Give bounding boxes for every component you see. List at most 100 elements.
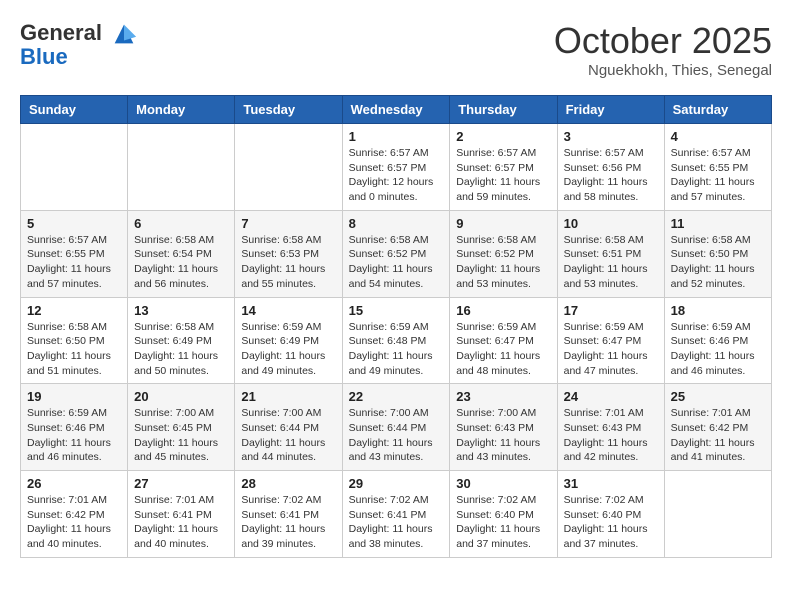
calendar-cell: 4Sunrise: 6:57 AM Sunset: 6:55 PM Daylig…	[664, 124, 771, 211]
day-number: 20	[134, 389, 228, 404]
logo-general: General	[20, 20, 102, 45]
day-info: Sunrise: 7:02 AM Sunset: 6:41 PM Dayligh…	[241, 493, 335, 552]
day-number: 15	[349, 303, 444, 318]
day-info: Sunrise: 6:58 AM Sunset: 6:52 PM Dayligh…	[349, 233, 444, 292]
day-number: 12	[27, 303, 121, 318]
day-info: Sunrise: 6:57 AM Sunset: 6:56 PM Dayligh…	[564, 146, 658, 205]
calendar-cell: 5 Sunrise: 6:57 AM Sunset: 6:55 PM Daylig…	[21, 210, 128, 297]
day-info: Sunrise: 6:58 AM Sunset: 6:53 PM Dayligh…	[241, 233, 335, 292]
weekday-header: Tuesday	[235, 96, 342, 124]
calendar-cell: 3 Sunrise: 6:57 AM Sunset: 6:56 PM Daylig…	[557, 124, 664, 211]
day-info: Sunrise: 6:59 AM Sunset: 6:47 PM Dayligh…	[564, 320, 658, 379]
day-number: 14	[241, 303, 335, 318]
calendar-header: SundayMondayTuesdayWednesdayThursdayFrid…	[21, 96, 772, 124]
day-info: Sunrise: 6:58 AM Sunset: 6:54 PM Dayligh…	[134, 233, 228, 292]
day-number: 6	[134, 216, 228, 231]
calendar-cell: 29 Sunrise: 7:02 AM Sunset: 6:41 PM Dayli…	[342, 471, 450, 558]
day-info: Sunrise: 7:01 AM Sunset: 6:42 PM Dayligh…	[671, 406, 765, 465]
calendar-cell: 25 Sunrise: 7:01 AM Sunset: 6:42 PM Dayli…	[664, 384, 771, 471]
calendar-cell: 10 Sunrise: 6:58 AM Sunset: 6:51 PM Dayli…	[557, 210, 664, 297]
calendar-week-row: 19 Sunrise: 6:59 AM Sunset: 6:46 PM Dayli…	[21, 384, 772, 471]
day-info: Sunrise: 7:01 AM Sunset: 6:43 PM Dayligh…	[564, 406, 658, 465]
day-info: Sunrise: 6:59 AM Sunset: 6:49 PM Dayligh…	[241, 320, 335, 379]
day-info: Sunrise: 6:59 AM Sunset: 6:48 PM Dayligh…	[349, 320, 444, 379]
calendar-cell: 24 Sunrise: 7:01 AM Sunset: 6:43 PM Dayli…	[557, 384, 664, 471]
weekday-header: Thursday	[450, 96, 557, 124]
day-number: 24	[564, 389, 658, 404]
day-number: 7	[241, 216, 335, 231]
day-number: 21	[241, 389, 335, 404]
calendar-cell: 7 Sunrise: 6:58 AM Sunset: 6:53 PM Daylig…	[235, 210, 342, 297]
day-number: 18	[671, 303, 765, 318]
day-info: Sunrise: 7:02 AM Sunset: 6:40 PM Dayligh…	[456, 493, 550, 552]
calendar-cell: 30 Sunrise: 7:02 AM Sunset: 6:40 PM Dayli…	[450, 471, 557, 558]
calendar-week-row: 5 Sunrise: 6:57 AM Sunset: 6:55 PM Daylig…	[21, 210, 772, 297]
calendar-cell: 17 Sunrise: 6:59 AM Sunset: 6:47 PM Dayli…	[557, 297, 664, 384]
calendar-cell: 13Sunrise: 6:58 AM Sunset: 6:49 PM Dayli…	[128, 297, 235, 384]
calendar-cell: 20 Sunrise: 7:00 AM Sunset: 6:45 PM Dayli…	[128, 384, 235, 471]
day-info: Sunrise: 6:58 AM Sunset: 6:50 PM Dayligh…	[27, 320, 121, 379]
day-info: Sunrise: 6:58 AM Sunset: 6:50 PM Dayligh…	[671, 233, 765, 292]
day-info: Sunrise: 7:02 AM Sunset: 6:40 PM Dayligh…	[564, 493, 658, 552]
calendar-cell: 18 Sunrise: 6:59 AM Sunset: 6:46 PM Dayli…	[664, 297, 771, 384]
calendar-cell: 28 Sunrise: 7:02 AM Sunset: 6:41 PM Dayli…	[235, 471, 342, 558]
day-number: 19	[27, 389, 121, 404]
calendar-cell: 14 Sunrise: 6:59 AM Sunset: 6:49 PM Dayli…	[235, 297, 342, 384]
page-header: General Blue October 2025 Nguekhokh, Thi…	[20, 20, 772, 79]
day-info: Sunrise: 6:59 AM Sunset: 6:46 PM Dayligh…	[27, 406, 121, 465]
calendar-cell: 1Sunrise: 6:57 AM Sunset: 6:57 PM Daylig…	[342, 124, 450, 211]
location: Nguekhokh, Thies, Senegal	[554, 62, 772, 79]
day-info: Sunrise: 6:57 AM Sunset: 6:55 PM Dayligh…	[27, 233, 121, 292]
day-info: Sunrise: 6:59 AM Sunset: 6:46 PM Dayligh…	[671, 320, 765, 379]
weekday-header: Monday	[128, 96, 235, 124]
day-info: Sunrise: 6:57 AM Sunset: 6:57 PM Dayligh…	[456, 146, 550, 205]
calendar-cell: 16Sunrise: 6:59 AM Sunset: 6:47 PM Dayli…	[450, 297, 557, 384]
day-number: 30	[456, 476, 550, 491]
day-number: 2	[456, 129, 550, 144]
day-number: 5	[27, 216, 121, 231]
day-number: 23	[456, 389, 550, 404]
calendar-cell	[664, 471, 771, 558]
calendar-cell: 12 Sunrise: 6:58 AM Sunset: 6:50 PM Dayli…	[21, 297, 128, 384]
weekday-header: Saturday	[664, 96, 771, 124]
calendar-week-row: 26 Sunrise: 7:01 AM Sunset: 6:42 PM Dayli…	[21, 471, 772, 558]
day-info: Sunrise: 7:02 AM Sunset: 6:41 PM Dayligh…	[349, 493, 444, 552]
weekday-header: Friday	[557, 96, 664, 124]
day-number: 31	[564, 476, 658, 491]
calendar-cell: 15 Sunrise: 6:59 AM Sunset: 6:48 PM Dayli…	[342, 297, 450, 384]
calendar-cell: 19 Sunrise: 6:59 AM Sunset: 6:46 PM Dayli…	[21, 384, 128, 471]
day-number: 25	[671, 389, 765, 404]
day-number: 8	[349, 216, 444, 231]
day-info: Sunrise: 7:01 AM Sunset: 6:42 PM Dayligh…	[27, 493, 121, 552]
day-info: Sunrise: 6:58 AM Sunset: 6:51 PM Dayligh…	[564, 233, 658, 292]
calendar-cell	[235, 124, 342, 211]
day-number: 3	[564, 129, 658, 144]
calendar-cell: 21Sunrise: 7:00 AM Sunset: 6:44 PM Dayli…	[235, 384, 342, 471]
calendar-week-row: 1Sunrise: 6:57 AM Sunset: 6:57 PM Daylig…	[21, 124, 772, 211]
calendar-cell: 2 Sunrise: 6:57 AM Sunset: 6:57 PM Daylig…	[450, 124, 557, 211]
day-number: 27	[134, 476, 228, 491]
day-number: 29	[349, 476, 444, 491]
day-info: Sunrise: 6:59 AM Sunset: 6:47 PM Dayligh…	[456, 320, 550, 379]
logo: General Blue	[20, 20, 138, 70]
calendar-cell: 22Sunrise: 7:00 AM Sunset: 6:44 PM Dayli…	[342, 384, 450, 471]
day-number: 28	[241, 476, 335, 491]
day-number: 17	[564, 303, 658, 318]
calendar-cell: 8 Sunrise: 6:58 AM Sunset: 6:52 PM Daylig…	[342, 210, 450, 297]
weekday-header: Sunday	[21, 96, 128, 124]
calendar-table: SundayMondayTuesdayWednesdayThursdayFrid…	[20, 95, 772, 558]
calendar-cell: 6 Sunrise: 6:58 AM Sunset: 6:54 PM Daylig…	[128, 210, 235, 297]
day-info: Sunrise: 6:57 AM Sunset: 6:57 PM Dayligh…	[349, 146, 444, 205]
day-info: Sunrise: 7:01 AM Sunset: 6:41 PM Dayligh…	[134, 493, 228, 552]
day-info: Sunrise: 6:58 AM Sunset: 6:52 PM Dayligh…	[456, 233, 550, 292]
calendar-cell	[128, 124, 235, 211]
day-number: 10	[564, 216, 658, 231]
day-number: 22	[349, 389, 444, 404]
calendar-week-row: 12 Sunrise: 6:58 AM Sunset: 6:50 PM Dayli…	[21, 297, 772, 384]
day-number: 26	[27, 476, 121, 491]
day-number: 11	[671, 216, 765, 231]
calendar-cell: 27 Sunrise: 7:01 AM Sunset: 6:41 PM Dayli…	[128, 471, 235, 558]
title-block: October 2025 Nguekhokh, Thies, Senegal	[554, 20, 772, 79]
day-number: 4	[671, 129, 765, 144]
day-info: Sunrise: 7:00 AM Sunset: 6:45 PM Dayligh…	[134, 406, 228, 465]
